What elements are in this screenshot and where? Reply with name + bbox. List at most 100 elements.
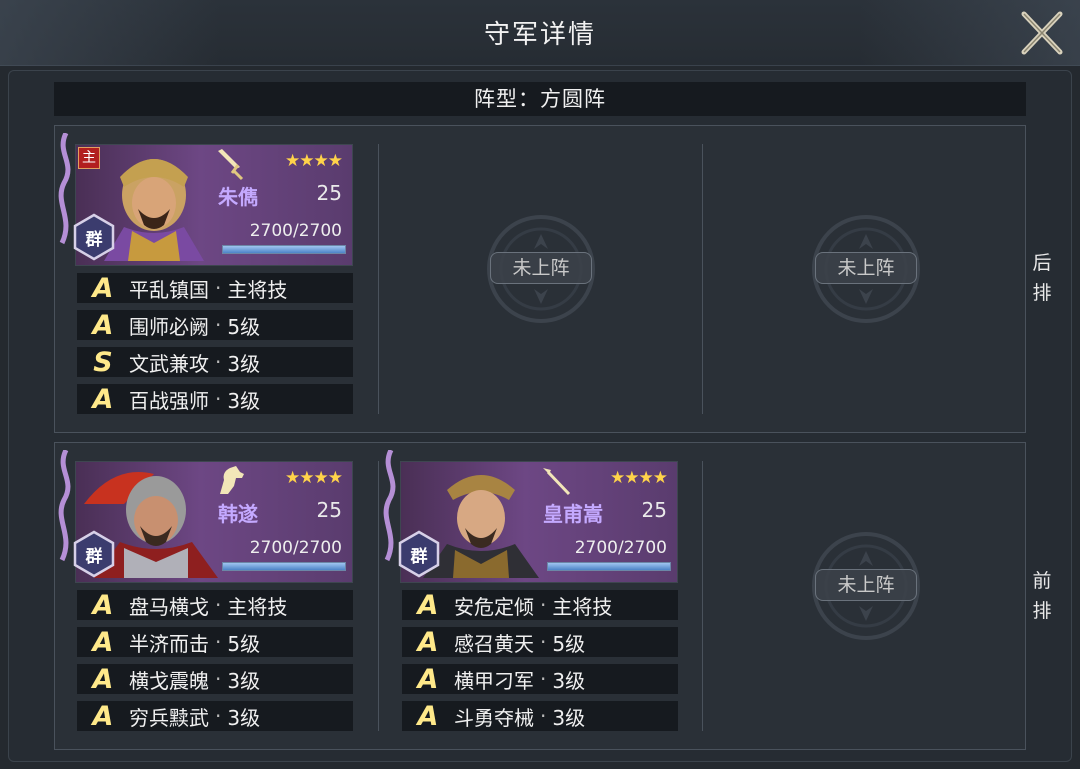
empty-slot[interactable]: 未上阵	[486, 214, 596, 324]
back-row: 主 群 ★★★★ 朱儁 25 2700/2700 A 平乱镇国 · 主将技 A …	[54, 125, 1026, 433]
skill-row[interactable]: A 百战强师 · 3级	[77, 383, 353, 415]
hero-slot-hansui[interactable]: 群 ★★★★ 韩遂 25 2700/2700 A 盘马横戈 · 主将技 A 半济…	[55, 443, 355, 743]
skill-separator: ·	[215, 593, 222, 617]
empty-slot-label: 未上阵	[490, 252, 592, 284]
hero-card[interactable]: 群 ★★★★ 韩遂 25 2700/2700	[58, 450, 353, 583]
skill-grade: A	[92, 700, 114, 732]
hero-troops: 2700/2700	[249, 538, 342, 558]
faction-badge: 群	[72, 530, 116, 578]
hero-card[interactable]: 主 群 ★★★★ 朱儁 25 2700/2700	[58, 133, 353, 266]
close-button[interactable]	[1012, 4, 1072, 62]
skill-list: A 平乱镇国 · 主将技 A 围师必阙 · 5级 S 文武兼攻 · 3级 A 百…	[77, 273, 353, 421]
faction-text: 群	[410, 547, 428, 567]
skill-name: 盘马横戈	[129, 594, 209, 619]
troops-bar	[222, 562, 346, 571]
skill-name: 文武兼攻	[129, 351, 209, 376]
hero-level: 25	[316, 181, 342, 205]
skill-list: A 安危定倾 · 主将技 A 感召黄天 · 5级 A 横甲刁军 · 3级 A 斗…	[402, 590, 678, 738]
skill-name: 横戈震魄	[129, 668, 209, 693]
slot-divider	[702, 461, 703, 731]
skill-level: 5级	[552, 631, 586, 656]
front-row-label-char: 排	[1032, 600, 1052, 622]
hero-level: 25	[641, 498, 667, 522]
close-icon	[1021, 11, 1063, 55]
skill-row[interactable]: A 感召黄天 · 5级	[402, 626, 678, 658]
skill-grade: A	[92, 309, 114, 341]
skill-separator: ·	[540, 593, 547, 617]
hero-slot-zhujun[interactable]: 主 群 ★★★★ 朱儁 25 2700/2700 A 平乱镇国 · 主将技 A …	[55, 126, 355, 426]
skill-level: 主将技	[227, 277, 288, 302]
slot-divider	[378, 144, 379, 414]
hero-name: 皇甫嵩	[543, 502, 603, 526]
skill-separator: ·	[215, 276, 222, 300]
skill-name: 围师必阙	[129, 314, 209, 339]
hero-troops: 2700/2700	[574, 538, 667, 558]
spear-icon	[543, 468, 571, 496]
skill-grade: A	[92, 626, 114, 658]
hero-card[interactable]: 群 ★★★★ 皇甫嵩 25 2700/2700	[383, 450, 678, 583]
hero-name: 韩遂	[218, 502, 258, 526]
slot-divider	[702, 144, 703, 414]
skill-level: 3级	[227, 351, 261, 376]
hero-level: 25	[316, 498, 342, 522]
faction-badge: 群	[72, 213, 116, 261]
skill-separator: ·	[540, 704, 547, 728]
troops-bar-fill	[223, 246, 345, 253]
empty-slot[interactable]: 未上阵	[811, 531, 921, 641]
skill-level: 3级	[227, 668, 261, 693]
star-rating: ★★★★	[285, 468, 343, 488]
skill-row[interactable]: A 横戈震魄 · 3级	[77, 663, 353, 695]
skill-row[interactable]: S 文武兼攻 · 3级	[77, 346, 353, 378]
skill-level: 3级	[227, 388, 261, 413]
skill-row[interactable]: A 半济而击 · 5级	[77, 626, 353, 658]
skill-row[interactable]: A 安危定倾 · 主将技	[402, 589, 678, 621]
skill-separator: ·	[540, 630, 547, 654]
faction-text: 群	[85, 547, 103, 567]
front-row: 群 ★★★★ 韩遂 25 2700/2700 A 盘马横戈 · 主将技 A 半济…	[54, 442, 1026, 750]
skill-level: 3级	[552, 668, 586, 693]
skill-name: 百战强师	[129, 388, 209, 413]
skill-name: 穷兵黩武	[129, 705, 209, 730]
lord-badge: 主	[78, 147, 100, 169]
skill-name: 安危定倾	[454, 594, 534, 619]
faction-text: 群	[85, 230, 103, 250]
skill-row[interactable]: A 平乱镇国 · 主将技	[77, 272, 353, 304]
skill-row[interactable]: A 斗勇夺械 · 3级	[402, 701, 678, 732]
skill-row[interactable]: A 横甲刁军 · 3级	[402, 664, 678, 695]
page-title: 守军详情	[483, 20, 596, 50]
skill-grade: A	[92, 663, 114, 695]
troops-bar-fill	[223, 563, 345, 570]
skill-level: 5级	[227, 314, 261, 339]
skill-separator: ·	[215, 667, 222, 691]
skill-level: 主将技	[227, 594, 288, 619]
hero-slot-huangfusong[interactable]: 群 ★★★★ 皇甫嵩 25 2700/2700 A 安危定倾 · 主将技 A 感…	[380, 443, 680, 743]
skill-level: 主将技	[552, 594, 613, 619]
skill-separator: ·	[215, 313, 222, 337]
skill-separator: ·	[215, 704, 222, 728]
skill-grade: A	[417, 626, 439, 658]
skill-list: A 盘马横戈 · 主将技 A 半济而击 · 5级 A 横戈震魄 · 3级 A 穷…	[77, 590, 353, 738]
back-row-label-char: 后	[1032, 252, 1052, 274]
skill-grade: S	[93, 346, 113, 378]
skill-grade: A	[92, 383, 114, 415]
skill-row[interactable]: A 盘马横戈 · 主将技	[77, 589, 353, 621]
skill-row[interactable]: A 穷兵黩武 · 3级	[77, 700, 353, 732]
skill-grade: A	[92, 589, 114, 621]
empty-slot[interactable]: 未上阵	[811, 214, 921, 324]
back-row-label: 后 排	[1028, 248, 1056, 308]
skill-level: 3级	[552, 705, 586, 730]
sword-icon	[218, 149, 244, 181]
hero-troops: 2700/2700	[249, 221, 342, 241]
faction-badge: 群	[397, 530, 441, 578]
skill-row[interactable]: A 围师必阙 · 5级	[77, 309, 353, 341]
skill-separator: ·	[215, 387, 222, 411]
skill-name: 感召黄天	[454, 631, 534, 656]
skill-grade: A	[92, 272, 114, 304]
skill-name: 斗勇夺械	[454, 705, 534, 730]
front-row-label: 前 排	[1028, 566, 1056, 626]
troops-bar	[222, 245, 346, 254]
formation-label: 阵型：方圆阵	[54, 82, 1026, 116]
skill-grade: A	[417, 589, 439, 621]
empty-slot-label: 未上阵	[815, 569, 917, 601]
skill-separator: ·	[215, 350, 222, 374]
